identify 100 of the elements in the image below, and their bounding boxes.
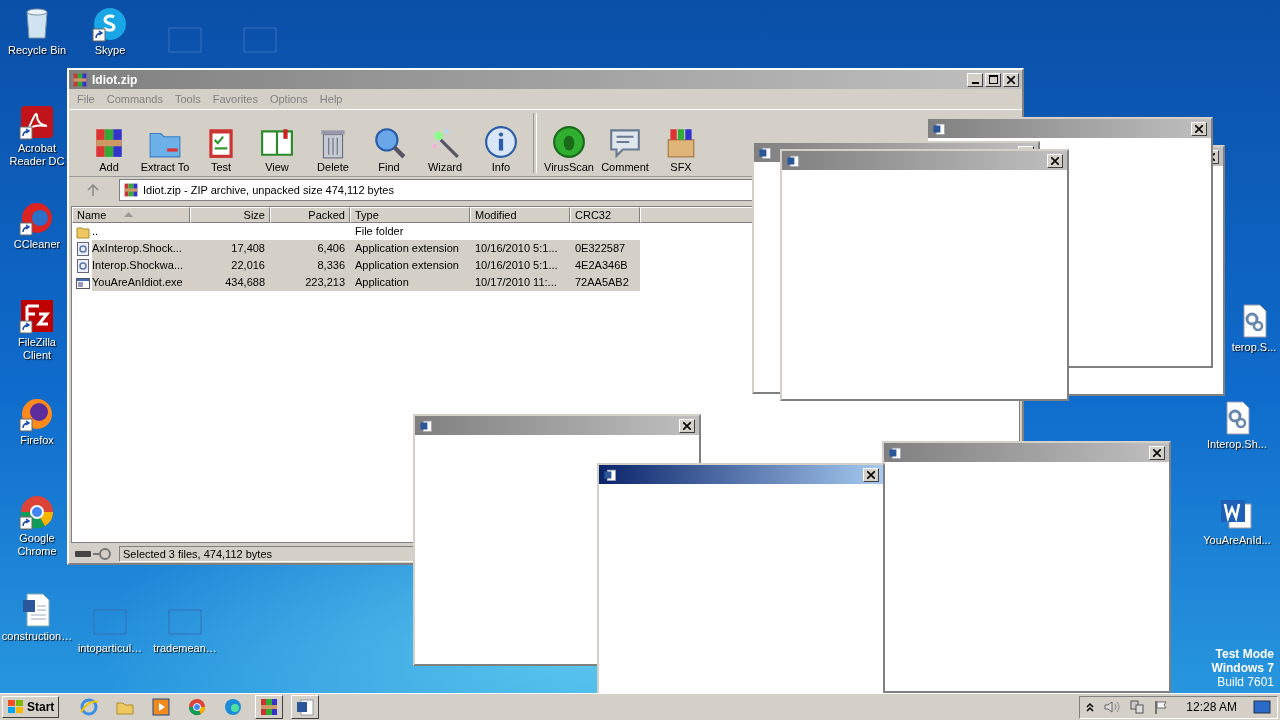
table-cell-text: 10/17/2010 11:... [474,275,558,290]
maximize-icon [988,75,998,84]
toolbar-button[interactable]: SFX [653,125,709,173]
winrar-icon [72,71,88,88]
clock[interactable]: 12:28 AM [1186,700,1237,714]
toolbar-button[interactable]: Delete [305,125,361,173]
edge-icon [223,697,244,717]
folder-icon [76,224,90,239]
column-header[interactable]: Modified [470,207,570,223]
up-arrow-icon [87,184,99,196]
minimize-button[interactable] [967,72,983,87]
chevron-up-icon[interactable] [1086,702,1095,712]
file-name[interactable]: YouAreAnIdiot.exe [92,274,190,291]
winrar-icon [259,697,280,717]
word-icon [758,145,772,160]
file-name[interactable]: .. [92,223,190,240]
toolbar-button[interactable]: Comment [597,125,653,173]
word-icon [603,467,617,482]
table-cell-text: 434,688 [224,275,266,290]
icon-label: Recycle Bin [7,44,67,57]
taskbar-button[interactable] [255,695,284,719]
table-cell-text: 10/16/2010 5:1... [474,241,559,256]
application-icon [76,275,90,290]
info-icon [484,125,518,159]
key-icon [93,548,111,560]
speaker-icon[interactable] [1104,700,1121,714]
toolbar-button[interactable]: Extract To [137,125,193,173]
word-icon [419,418,433,433]
firefox-icon[interactable] [19,396,55,432]
column-header[interactable]: Type [350,207,470,223]
icon-label: CCleaner [13,238,61,251]
close-icon [1195,124,1203,133]
close-icon [1051,156,1059,165]
close-button[interactable] [1191,121,1207,136]
table-cell-text: 17,408 [230,241,266,256]
table-cell-text: 0E322587 [574,241,627,256]
drive-icon [75,550,91,558]
acrobat-icon[interactable] [19,104,55,140]
word-icon [932,121,946,136]
search-icon [372,125,406,159]
column-header[interactable]: Packed [270,207,350,223]
file-name[interactable]: AxInterop.Shock... [92,240,190,257]
ccleaner-icon[interactable] [19,200,55,236]
close-button[interactable] [1047,153,1063,168]
windows-logo-icon [7,699,25,715]
network-icon[interactable] [1130,700,1145,714]
minimize-icon [971,81,979,84]
system-notice-text: Build 7601 [1217,675,1274,689]
icon-label: intoparticul… [77,642,143,655]
icon-label: Skype [94,44,126,57]
maximize-button[interactable] [985,72,1001,87]
icon-label: construction… [1,630,73,643]
toolbar-button[interactable]: Wizard [417,125,473,173]
toolbar-button[interactable]: VirusScan [541,125,597,173]
chrome-icon [187,697,208,717]
column-header[interactable]: Name [72,207,190,223]
table-cell-text: 8,336 [316,258,346,273]
winrar-icon [123,182,139,198]
table-cell-text: 4E2A346B [574,258,629,273]
close-icon [1007,75,1015,84]
filezilla-icon[interactable] [19,298,55,334]
table-cell-text: Application [354,275,410,290]
window-title: Idiot.zip [92,72,138,87]
gear-file-icon [76,241,90,256]
table-cell-text: 72AA5AB2 [574,275,630,290]
close-icon [683,421,691,430]
icon-label: Google Chrome [16,532,58,558]
column-header[interactable]: Size [190,207,270,223]
icon-label: FileZilla Client [17,336,57,362]
close-button[interactable] [679,418,695,433]
icon-label: Interop.Sh... [1207,438,1267,451]
media-player-icon [151,697,172,717]
table-cell-text: 6,406 [316,241,346,256]
word-icon [786,153,800,168]
toolbar-button[interactable]: Info [473,125,529,173]
start-button[interactable]: Start [2,696,60,718]
column-header[interactable]: CRC32 [570,207,640,223]
icon-label: Firefox [20,434,54,447]
toolbar-button[interactable]: Test [193,125,249,173]
taskbar-button[interactable] [291,695,320,719]
sort-arrow-icon [124,212,134,218]
toolbar-button[interactable]: View [249,125,305,173]
word-icon [295,697,316,717]
system-notice-text: Windows 7 [1211,661,1274,675]
close-button[interactable] [1149,445,1165,460]
close-button[interactable] [863,467,879,482]
icon-label: terop.S... [1231,341,1277,354]
toolbar-button[interactable]: Add [81,125,137,173]
gear-file-icon [76,258,90,273]
table-cell-text: File folder [354,224,405,239]
skype-icon[interactable] [92,6,128,42]
toolbar-button[interactable]: Find [361,125,417,173]
chrome-icon[interactable] [19,494,55,530]
internet-explorer-icon [79,697,100,717]
table-cell-text: 10/16/2010 5:1... [474,258,559,273]
close-button[interactable] [1003,72,1019,87]
icon-label: YouAreAnId... [1203,534,1271,547]
file-name[interactable]: Interop.Shockwa... [92,257,190,274]
table-cell-text: 223,213 [304,275,346,290]
icon-label: trademean… [153,642,217,655]
